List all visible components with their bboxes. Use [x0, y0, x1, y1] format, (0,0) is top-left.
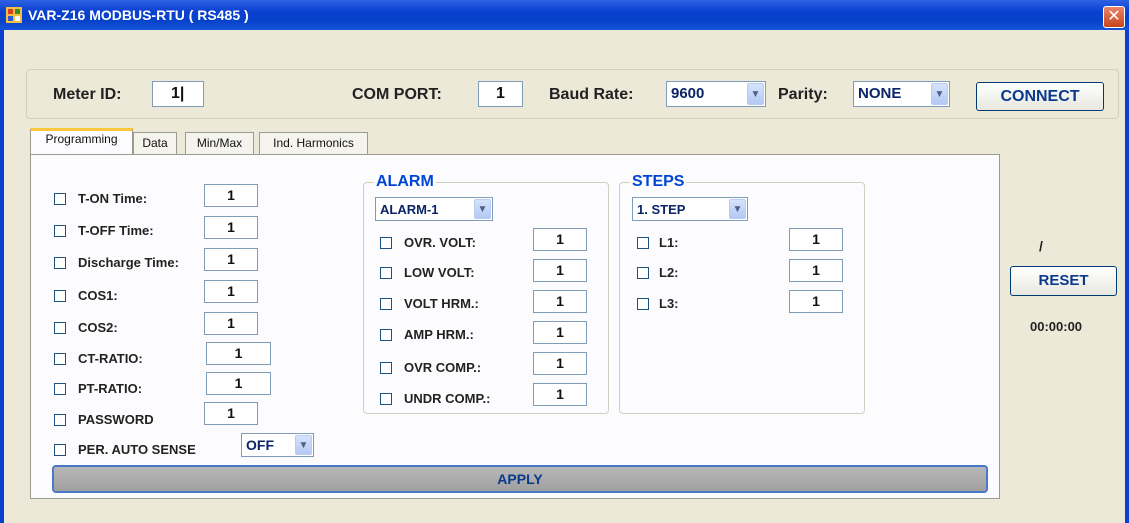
apply-button[interactable]: APPLY	[52, 465, 988, 493]
pt-ratio-input[interactable]: 1	[206, 372, 271, 395]
window-frame-left	[0, 30, 4, 523]
l1-input[interactable]: 1	[789, 228, 843, 251]
chevron-down-icon[interactable]: ▼	[729, 199, 746, 219]
close-button[interactable]: ✕	[1103, 6, 1125, 28]
steps-title: STEPS	[630, 173, 687, 191]
discharge-time-input[interactable]: 1	[204, 248, 258, 271]
chevron-down-icon[interactable]: ▼	[747, 83, 764, 105]
volt-hrm-label: VOLT HRM.:	[404, 296, 479, 311]
cos2-input[interactable]: 1	[204, 312, 258, 335]
timer-display: 00:00:00	[1030, 319, 1083, 334]
window-title: VAR-Z16 MODBUS-RTU ( RS485 )	[28, 7, 249, 23]
l3-input[interactable]: 1	[789, 290, 843, 313]
cos1-input[interactable]: 1	[204, 280, 258, 303]
connect-button[interactable]: CONNECT	[976, 82, 1104, 111]
amp-hrm-checkbox[interactable]	[380, 329, 392, 341]
password-input[interactable]: 1	[204, 402, 258, 425]
cos2-checkbox[interactable]	[54, 322, 66, 334]
cos1-label: COS1:	[78, 288, 118, 303]
meter-id-label: Meter ID:	[53, 86, 122, 103]
undr-comp-label: UNDR COMP.:	[404, 391, 491, 406]
step-value: 1. STEP	[637, 202, 686, 217]
l1-label: L1:	[659, 235, 679, 250]
chevron-down-icon[interactable]: ▼	[931, 83, 948, 105]
baud-rate-label: Baud Rate:	[549, 86, 634, 103]
amp-hrm-input[interactable]: 1	[533, 321, 587, 344]
low-volt-checkbox[interactable]	[380, 267, 392, 279]
status-slash-text: /	[1039, 238, 1043, 254]
chevron-down-icon[interactable]: ▼	[295, 435, 312, 455]
alarm-select[interactable]: ALARM-1 ▼	[375, 197, 493, 221]
l2-checkbox[interactable]	[637, 267, 649, 279]
ovr-volt-label: OVR. VOLT:	[404, 235, 476, 250]
tab-data[interactable]: Data	[133, 132, 177, 154]
parity-select[interactable]: NONE ▼	[853, 81, 950, 107]
ovr-comp-input[interactable]: 1	[533, 352, 587, 375]
volt-hrm-checkbox[interactable]	[380, 298, 392, 310]
discharge-time-label: Discharge Time:	[78, 255, 179, 270]
cos2-label: COS2:	[78, 320, 118, 335]
parity-label: Parity:	[778, 86, 828, 103]
ovr-volt-input[interactable]: 1	[533, 228, 587, 251]
low-volt-label: LOW VOLT:	[404, 265, 475, 280]
t-off-input[interactable]: 1	[204, 216, 258, 239]
t-off-checkbox[interactable]	[54, 225, 66, 237]
l3-label: L3:	[659, 296, 679, 311]
pt-ratio-label: PT-RATIO:	[78, 381, 143, 396]
t-on-label: T-ON Time:	[78, 191, 148, 206]
close-icon: ✕	[1107, 8, 1121, 25]
tab-programming[interactable]: Programming	[30, 128, 133, 155]
l2-label: L2:	[659, 265, 679, 280]
step-select[interactable]: 1. STEP ▼	[632, 197, 748, 221]
password-label: PASSWORD	[78, 412, 154, 427]
alarm-title: ALARM	[374, 173, 436, 191]
meter-id-input[interactable]: 1|	[152, 81, 204, 107]
parity-value: NONE	[858, 85, 902, 102]
auto-sense-checkbox[interactable]	[54, 444, 66, 456]
ovr-comp-label: OVR COMP.:	[404, 360, 482, 375]
baud-rate-select[interactable]: 9600 ▼	[666, 81, 766, 107]
chevron-down-icon[interactable]: ▼	[474, 199, 491, 219]
discharge-time-checkbox[interactable]	[54, 257, 66, 269]
auto-sense-select[interactable]: OFF ▼	[241, 433, 314, 457]
amp-hrm-label: AMP HRM.:	[404, 327, 474, 342]
com-port-label: COM PORT:	[352, 86, 442, 103]
baud-rate-value: 9600	[671, 85, 705, 102]
ct-ratio-checkbox[interactable]	[54, 353, 66, 365]
auto-sense-label: PER. AUTO SENSE	[78, 442, 196, 457]
l1-checkbox[interactable]	[637, 237, 649, 249]
pt-ratio-checkbox[interactable]	[54, 383, 66, 395]
ct-ratio-label: CT-RATIO:	[78, 351, 143, 366]
auto-sense-value: OFF	[246, 437, 274, 453]
t-on-input[interactable]: 1	[204, 184, 258, 207]
password-checkbox[interactable]	[54, 414, 66, 426]
alarm-value: ALARM-1	[380, 202, 439, 217]
low-volt-input[interactable]: 1	[533, 259, 587, 282]
ct-ratio-input[interactable]: 1	[206, 342, 271, 365]
app-window-icon	[6, 7, 22, 23]
cos1-checkbox[interactable]	[54, 290, 66, 302]
t-on-checkbox[interactable]	[54, 193, 66, 205]
t-off-label: T-OFF Time:	[78, 223, 154, 238]
undr-comp-input[interactable]: 1	[533, 383, 587, 406]
title-bar: VAR-Z16 MODBUS-RTU ( RS485 ) ✕	[0, 0, 1129, 30]
tab-min-max[interactable]: Min/Max	[185, 132, 254, 154]
window-frame-right	[1125, 30, 1129, 523]
ovr-volt-checkbox[interactable]	[380, 237, 392, 249]
l2-input[interactable]: 1	[789, 259, 843, 282]
l3-checkbox[interactable]	[637, 298, 649, 310]
tab-ind-harmonics[interactable]: Ind. Harmonics	[259, 132, 368, 154]
ovr-comp-checkbox[interactable]	[380, 362, 392, 374]
volt-hrm-input[interactable]: 1	[533, 290, 587, 313]
com-port-input[interactable]: 1	[478, 81, 523, 107]
undr-comp-checkbox[interactable]	[380, 393, 392, 405]
reset-button[interactable]: RESET	[1010, 266, 1117, 296]
